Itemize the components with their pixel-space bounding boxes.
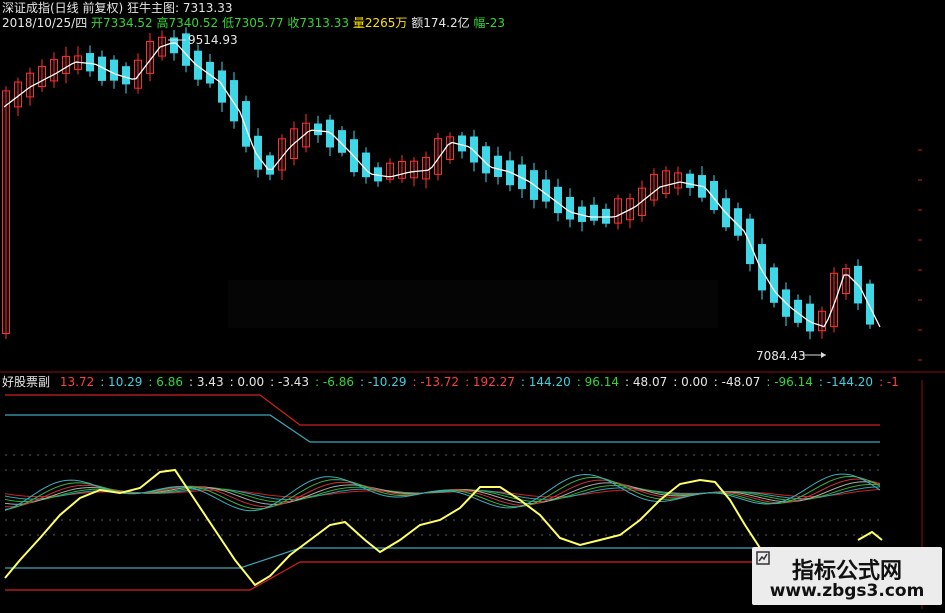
site-watermark: 指标公式网 www.zbgs3.com [752,547,942,605]
chart-title: 深证成指(日线 前复权) [2,1,124,15]
upper-band-cyan [5,414,880,443]
candle-body [86,53,94,72]
readout-value: : -1 [879,375,899,389]
candle-body [866,283,874,325]
lower-band-red [5,561,760,591]
candle-body [686,173,694,188]
candle-body [566,196,574,220]
indicator-label: 狂牛主图 [127,1,176,15]
chart-window: 9514.93 7084.43 深证成指(日线 前复权) 狂牛主图: 7313.… [0,0,945,609]
candle-body [806,303,814,332]
main-price-panel [0,0,945,373]
kline-chart[interactable]: 9514.93 7084.43 [0,0,945,609]
candle-body [122,66,130,85]
sub-indicator-name: 好股票副 [2,375,51,389]
readout-value: : -96.14 [766,375,813,389]
candle-body [590,204,598,221]
candle-body [554,186,562,214]
readout-value: 13.72 [59,375,95,389]
candle-body [110,59,118,81]
candle-body [194,50,202,80]
low-arrow-head [821,352,826,358]
volume-readout: 量2265万 [352,16,408,30]
candle-body [230,80,238,122]
candle-body [218,70,226,103]
readout-value: : -13.72 [412,375,460,389]
candle-body [266,155,274,175]
readout-value: : 0.00 [673,375,708,389]
open-readout: 开7334.52 [91,16,153,30]
sub-indicator-values: 13.72 : 10.29 : 6.86 : 3.43 : 0.00 : -3.43 : -… [54,375,899,389]
readout-value: : 3.43 [189,375,224,389]
blank-region [535,0,945,140]
candle-body [314,123,322,136]
readout-value: : 144.20 [520,375,571,389]
readout-value: : 48.07 [625,375,668,389]
readout-value: : -3.43 [270,375,310,389]
low-readout: 低7305.77 [221,16,284,30]
sub-indicator-readout: 好股票副 13.72 : 10.29 : 6.86 : 3.43 : 0.00 : -3.… [2,375,899,389]
candle-body [458,135,466,152]
readout-value: : 10.29 [100,375,143,389]
readout-value: : -10.29 [359,375,407,389]
candle-body [494,155,502,177]
change-readout: 幅-23 [473,16,506,30]
low-price-label: 7084.43 [756,349,806,363]
blank-region [228,280,718,328]
watermark-url: www.zbgs3.com [769,581,925,601]
candle-body [362,152,370,178]
ohlc-readout: 2018/10/25/四 开7334.52 高7340.52 低7305.77 … [2,16,505,30]
readout-value: : 192.27 [465,375,515,389]
readout-value: : -6.86 [315,375,354,389]
close-readout: 收7313.33 [287,16,350,30]
candle-body [542,179,550,202]
amount-readout: 额174.2亿 [411,16,470,30]
date-readout: 2018/10/25/四 [2,16,88,30]
readout-value: : -48.07 [713,375,761,389]
high-price-label: 9514.93 [188,33,238,47]
readout-value: : 0.00 [229,375,265,389]
readout-value: : 6.86 [148,375,183,389]
candle-body [470,136,478,163]
upper-band-red [5,394,880,426]
oscillator-line-tail [857,530,883,541]
chart-title-bar: 深证成指(日线 前复权) 狂牛主图: 7313.33 [2,1,233,15]
lower-band-cyan [5,547,880,569]
indicator-value: : 7313.33 [175,1,233,15]
readout-value: : -144.20 [818,375,874,389]
readout-value: : 96.14 [576,375,619,389]
high-readout: 高7340.52 [156,16,219,30]
candle-body [242,101,250,147]
candle-body [602,208,610,224]
candle-body [746,218,754,265]
